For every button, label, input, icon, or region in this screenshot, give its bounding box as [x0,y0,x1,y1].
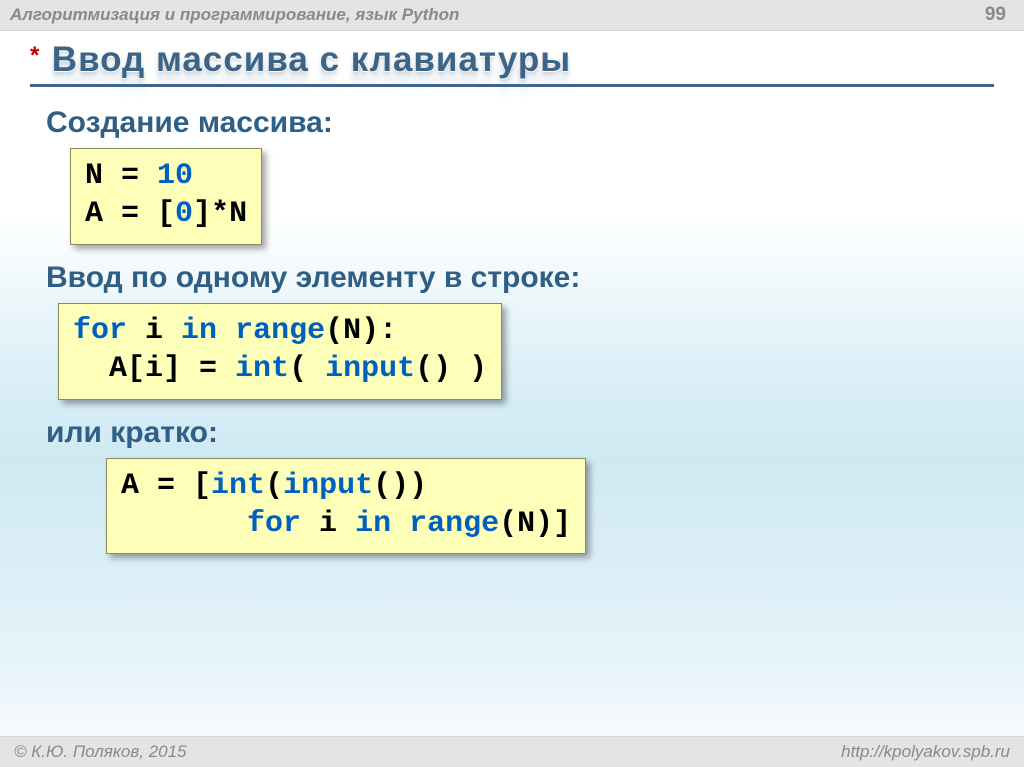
code-token: in [181,314,217,348]
footer-url: http://kpolyakov.spb.ru [841,742,1010,762]
code-token: A [121,469,139,503]
page-number: 99 [985,4,1006,26]
code-token: for [73,314,127,348]
code-token [217,314,235,348]
code-line: A[i] = int( input() ) [73,350,487,388]
code-token: A[i] [73,352,181,386]
code-token: for [247,507,301,541]
code-token: (N)] [499,507,571,541]
code-token: i [127,314,181,348]
code-token: A [85,197,103,231]
code-token: i [301,507,355,541]
code-token [391,507,409,541]
code-line: for i in range(N): [73,312,487,350]
copyright-label: © К.Ю. Поляков, 2015 [14,742,187,762]
code-token: ]*N [193,197,247,231]
code-token: int [235,352,289,386]
title-block: * Ввод массива с клавиатуры [30,40,994,87]
code-block-1: N = 10 A = [0]*N [70,148,262,245]
code-token: [ [193,469,211,503]
code-token: in [355,507,391,541]
code-token: ()) [373,469,427,503]
footer-bar: © К.Ю. Поляков, 2015 http://kpolyakov.sp… [0,736,1024,767]
top-bar: Алгоритмизация и программирование, язык … [0,0,1024,31]
code-token: 0 [175,197,193,231]
code-token: ( [265,469,283,503]
content-area: Создание массива: N = 10 A = [0]*N Ввод … [46,100,984,564]
code-token: = [103,197,157,231]
code-token: input [283,469,373,503]
code-token: () ) [415,352,487,386]
code-line: A = [0]*N [85,195,247,233]
section1-heading: Создание массива: [46,106,984,140]
course-label: Алгоритмизация и программирование, язык … [10,5,459,25]
code-token [121,507,247,541]
code-line: for i in range(N)] [121,505,571,543]
code-token: N [85,159,103,193]
code-token: int [211,469,265,503]
title-underline [30,84,994,87]
title-bullet: * [30,42,39,70]
page-title: Ввод массива с клавиатуры [52,40,571,79]
code-line: N = 10 [85,157,247,195]
code-token: 10 [157,159,193,193]
code-token: ( [289,352,325,386]
code-block-2: for i in range(N): A[i] = int( input() ) [58,303,502,400]
code-token: range [235,314,325,348]
section3-heading: или кратко: [46,416,984,450]
section2-heading: Ввод по одному элементу в строке: [46,261,984,295]
code-token: [ [157,197,175,231]
code-token: = [181,352,235,386]
code-token: = [103,159,157,193]
code-token: input [325,352,415,386]
code-line: A = [int(input()) [121,467,571,505]
code-block-3: A = [int(input()) for i in range(N)] [106,458,586,555]
code-token: range [409,507,499,541]
code-token: (N): [325,314,397,348]
slide: Алгоритмизация и программирование, язык … [0,0,1024,767]
code-token: = [139,469,193,503]
